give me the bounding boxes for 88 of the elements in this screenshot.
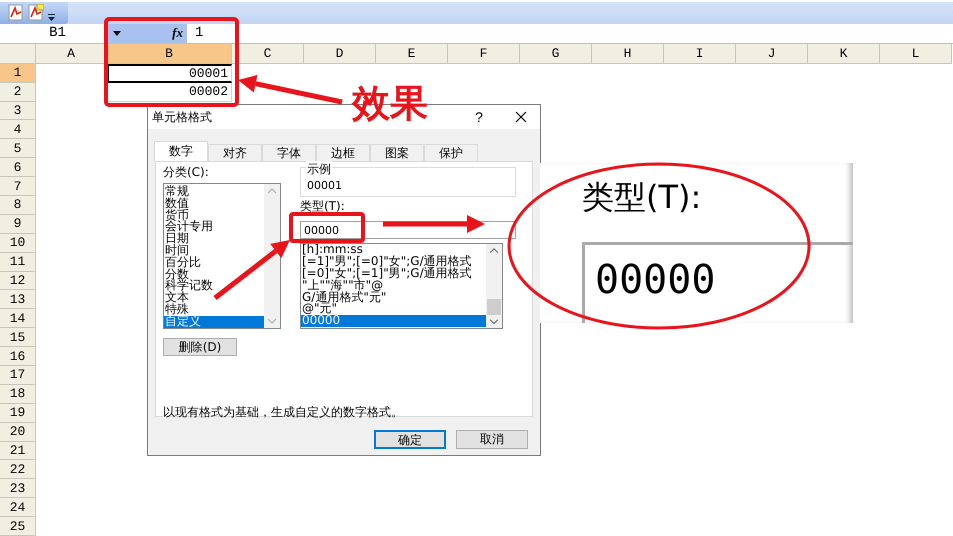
row-header[interactable]: 24	[0, 498, 36, 518]
column-header[interactable]: A	[36, 44, 107, 64]
list-item[interactable]: 自定义	[164, 316, 264, 328]
column-header[interactable]: G	[520, 44, 592, 64]
column-header[interactable]: C	[232, 44, 304, 64]
scrollbar[interactable]	[486, 244, 502, 328]
row-header[interactable]: 13	[0, 290, 36, 310]
list-item[interactable]: 00000	[301, 315, 486, 327]
table-cell[interactable]: 00002	[107, 82, 232, 102]
column-header[interactable]: H	[592, 44, 664, 64]
row-header[interactable]: 14	[0, 309, 36, 328]
row-header[interactable]: 22	[0, 460, 36, 480]
column-header[interactable]: J	[736, 44, 808, 64]
list-item[interactable]: 分数	[164, 268, 264, 280]
pdf-comment-icon[interactable]	[28, 4, 44, 22]
sample-value: 00001	[307, 179, 342, 192]
column-header[interactable]: L	[880, 44, 952, 64]
tab[interactable]: 保护	[424, 144, 478, 161]
close-icon[interactable]	[515, 111, 527, 123]
list-item[interactable]: 时间	[164, 244, 264, 257]
list-item[interactable]: 货币	[164, 210, 264, 222]
list-item[interactable]: [=1]"男";[=0]"女";G/通用格式	[301, 256, 486, 268]
list-item[interactable]: 百分比	[164, 256, 264, 269]
row-header[interactable]: 5	[0, 139, 36, 158]
field-label: 类型(T):	[582, 177, 702, 217]
row-header[interactable]: 1	[0, 64, 36, 83]
list-item[interactable]: @"元"	[301, 303, 486, 316]
list-item[interactable]: G/通用格式"元"	[301, 292, 486, 304]
group-label: 示例	[306, 161, 332, 178]
list-item[interactable]: 常规	[164, 186, 264, 198]
row-header[interactable]: 11	[0, 252, 36, 272]
category-list[interactable]: 常规 数值 货币 会计专用 日期 时间 百分比 分数 科学记数 文本 特殊 自定义	[163, 183, 281, 329]
list-item[interactable]: [h]:mm:ss	[301, 244, 486, 256]
column-header[interactable]: F	[448, 44, 520, 64]
function-button[interactable]: fx	[172, 25, 183, 42]
row-header[interactable]: 15	[0, 328, 36, 348]
tab[interactable]: 数字	[154, 141, 208, 161]
column-header[interactable]: B	[107, 44, 232, 64]
row-header[interactable]: 25	[0, 517, 36, 536]
list-item[interactable]: 日期	[164, 233, 264, 245]
cancel-button[interactable]: 取消	[456, 430, 528, 449]
dropdown-icon[interactable]	[48, 14, 55, 21]
description-text: 以现有格式为基础，生成自定义的数字格式。	[163, 404, 404, 421]
list-item[interactable]: [=0]"女";[=1]"男";G/通用格式	[301, 268, 486, 280]
list-item[interactable]: 数值	[164, 198, 264, 210]
row-header[interactable]: 8	[0, 196, 36, 215]
column-header[interactable]: K	[808, 44, 880, 64]
row-header[interactable]: 6	[0, 158, 36, 178]
tab[interactable]: 对齐	[208, 144, 262, 161]
tab[interactable]: 边框	[316, 144, 370, 161]
row-header[interactable]: 17	[0, 366, 36, 385]
name-box[interactable]: B1	[0, 24, 105, 43]
field-label: 分类(C):	[163, 166, 209, 179]
tab[interactable]: 图案	[370, 144, 424, 161]
row-header[interactable]: 7	[0, 177, 36, 196]
field-label: 类型(T):	[300, 200, 345, 213]
row-header[interactable]: 21	[0, 442, 36, 460]
window-title: 单元格格式	[152, 108, 213, 126]
row-header[interactable]: 9	[0, 214, 36, 234]
row-header[interactable]: 3	[0, 102, 36, 120]
pdf-icon[interactable]	[8, 4, 24, 22]
list-item[interactable]: 会计专用	[164, 221, 264, 234]
dropdown-icon[interactable]	[113, 30, 121, 36]
table-cell[interactable]: 00001	[107, 64, 232, 83]
list-item[interactable]: 文本	[164, 292, 264, 304]
row-header[interactable]: 10	[0, 234, 36, 253]
column-header[interactable]: E	[376, 44, 448, 64]
formula-input[interactable]: 1	[187, 24, 204, 43]
format-list[interactable]: [h]:mm:ss [=1]"男";[=0]"女";G/通用格式 [=0]"女";[=1]"男";G/通用格式 "上""海""市"@ G/通用格式"元" @"元" 00000	[300, 243, 503, 329]
row-header[interactable]: 12	[0, 272, 36, 290]
input-field: 00000	[582, 242, 853, 323]
delete-button[interactable]: 删除(D)	[163, 338, 237, 356]
row-header[interactable]: 20	[0, 422, 36, 442]
row-header[interactable]: 19	[0, 404, 36, 423]
ok-button[interactable]: 确定	[374, 430, 446, 449]
list-item[interactable]: "上""海""市"@	[301, 280, 486, 292]
list-item[interactable]: 特殊	[164, 304, 264, 316]
row-header[interactable]: 16	[0, 347, 36, 366]
row-header[interactable]: 23	[0, 479, 36, 498]
column-header[interactable]: I	[664, 44, 736, 64]
tab[interactable]: 字体	[262, 144, 316, 161]
column-header[interactable]: D	[304, 44, 376, 64]
list-item[interactable]: 科学记数	[164, 280, 264, 292]
row-header[interactable]: 2	[0, 82, 36, 102]
help-button[interactable]: ?	[464, 109, 494, 125]
row-header[interactable]: 4	[0, 120, 36, 140]
scrollbar-thumb[interactable]	[487, 299, 501, 315]
row-header[interactable]: 18	[0, 384, 36, 404]
